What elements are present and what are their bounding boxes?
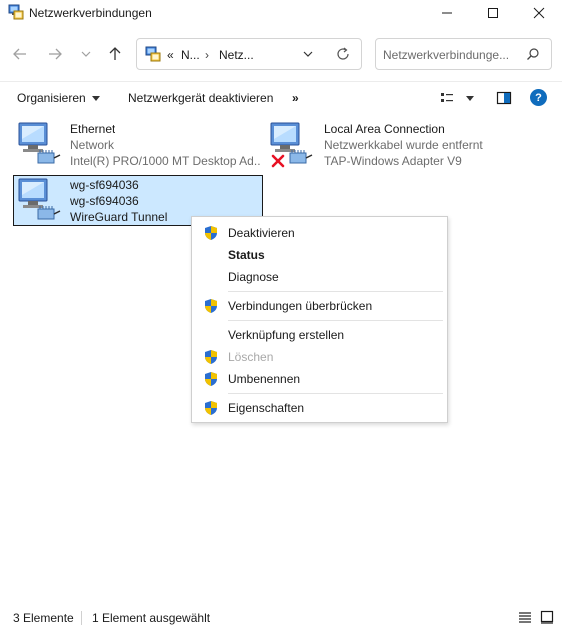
status-item-count: 3 Elemente [13,611,74,625]
breadcrumb-overflow[interactable]: « [167,48,174,62]
network-connections-icon [145,46,161,62]
chevron-down-icon [81,51,91,57]
menu-item-label: Löschen [228,350,274,364]
view-grid-icon [441,93,453,102]
organize-button[interactable]: Organisieren [17,90,100,106]
menu-item-label: Eigenschaften [228,401,305,415]
status-selection-count: 1 Element ausgewählt [92,611,211,625]
toolbar-divider [0,81,562,82]
close-icon [533,7,545,19]
deactivate-label: Netzwerkgerät deaktivieren [128,91,274,105]
help-icon: ? [535,91,542,104]
minimize-button[interactable] [424,0,470,26]
minimize-icon [442,12,452,14]
more-label: » [292,91,299,105]
arrow-up-icon [109,47,121,60]
menu-item-create-shortcut[interactable]: Verknüpfung erstellen [192,324,447,346]
connection-status: Netzwerkkabel wurde entfernt [324,138,483,152]
network-connections-icon [8,4,24,20]
menu-item-bridge-connections[interactable]: Verbindungen überbrücken [192,295,447,317]
uac-shield-icon [205,299,217,313]
disconnected-x-icon [271,154,285,168]
menu-item-delete: Löschen [192,346,447,368]
breadcrumb-separator-icon: › [205,48,209,62]
up-button[interactable] [103,42,127,66]
menu-item-label: Verknüpfung erstellen [228,328,345,342]
search-placeholder: Netzwerkverbindunge... [383,48,510,62]
status-divider [81,611,82,625]
change-view-button[interactable] [440,90,476,106]
back-button[interactable] [8,42,32,66]
large-icons-view-icon[interactable] [540,610,554,624]
connection-status: Network [70,138,115,152]
deactivate-device-button[interactable]: Netzwerkgerät deaktivieren [128,90,273,106]
more-commands-button[interactable]: » [292,90,299,106]
network-adapter-icon [18,122,61,164]
connection-name: Ethernet [70,122,116,136]
organize-label: Organisieren [17,91,86,105]
breadcrumb-item[interactable]: N... [181,48,200,62]
connection-device: WireGuard Tunnel [70,210,168,224]
address-bar[interactable]: « N... › Netz... [136,38,362,70]
breadcrumb-item[interactable]: Netz... [219,48,254,62]
menu-item-properties[interactable]: Eigenschaften [192,397,447,419]
menu-item-label: Status [228,248,265,262]
menu-separator [228,320,443,321]
uac-shield-icon [205,401,217,415]
menu-item-label: Diagnose [228,270,279,284]
search-input[interactable]: Netzwerkverbindunge... [375,38,552,70]
menu-item-diagnose[interactable]: Diagnose [192,266,447,288]
preview-pane-icon[interactable] [496,90,512,106]
window-title: Netzwerkverbindungen [29,6,152,20]
arrow-right-icon [49,48,62,60]
menu-item-status[interactable]: Status [192,244,447,266]
uac-shield-icon [205,350,217,364]
connection-device: Intel(R) PRO/1000 MT Desktop Ad... [70,154,260,168]
context-menu: Deaktivieren Status Diagnose Verbindunge… [191,216,448,423]
recent-locations-button[interactable] [74,42,98,66]
connection-name: Local Area Connection [324,122,445,136]
uac-shield-icon [205,226,217,240]
refresh-icon[interactable] [335,46,351,62]
chevron-down-icon [91,95,100,101]
arrow-left-icon [13,48,26,60]
connection-status: wg-sf694036 [70,194,139,208]
help-button[interactable]: ? [530,89,547,106]
close-button[interactable] [516,0,562,26]
menu-item-label: Umbenennen [228,372,301,386]
connection-device: TAP-Windows Adapter V9 [324,154,462,168]
menu-item-rename[interactable]: Umbenennen [192,368,447,390]
search-icon [527,48,539,60]
menu-item-deactivate[interactable]: Deaktivieren [192,222,447,244]
details-view-icon[interactable] [518,610,532,624]
network-adapter-icon [18,178,61,220]
menu-item-label: Verbindungen überbrücken [228,299,373,313]
maximize-icon [488,8,498,18]
title-bar: Netzwerkverbindungen [0,0,562,26]
connection-name: wg-sf694036 [70,178,139,192]
uac-shield-icon [205,372,217,386]
menu-separator [228,291,443,292]
chevron-down-icon [466,95,474,101]
forward-button[interactable] [43,42,67,66]
chevron-down-icon[interactable] [301,47,315,61]
maximize-button[interactable] [470,0,516,26]
menu-item-label: Deaktivieren [228,226,295,240]
menu-separator [228,393,443,394]
